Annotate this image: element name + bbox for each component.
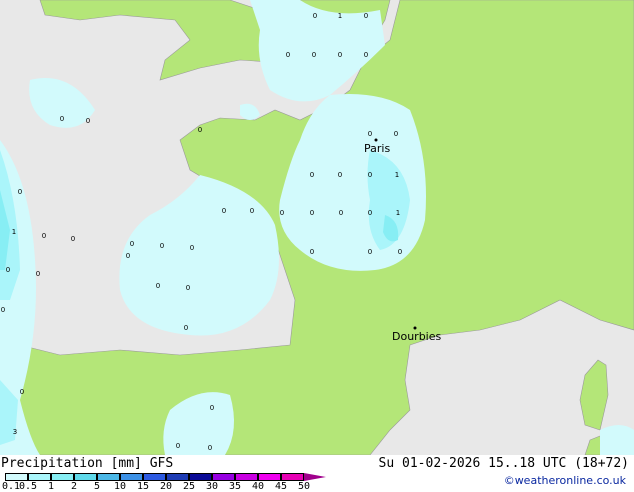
svg-text:3: 3 (13, 428, 17, 436)
svg-text:0: 0 (338, 51, 342, 59)
svg-text:Dourbies: Dourbies (392, 330, 442, 343)
color-scale-segment (143, 473, 166, 481)
color-scale-segment (235, 473, 258, 481)
color-scale-tick-label: 30 (205, 481, 219, 492)
svg-text:0: 0 (71, 235, 75, 243)
color-scale-arrow (304, 473, 326, 481)
svg-text:0: 0 (1, 306, 5, 314)
svg-text:0: 0 (210, 404, 214, 412)
credit-link[interactable]: ©weatheronline.co.uk (504, 474, 626, 487)
color-scale-tick-label: 2 (70, 481, 78, 492)
color-scale-bar (5, 473, 330, 481)
svg-text:0: 0 (310, 171, 314, 179)
color-scale-tick-label: 10 (113, 481, 127, 492)
svg-text:0: 0 (20, 388, 24, 396)
color-scale-segment (281, 473, 304, 481)
color-scale-tick-label: 20 (159, 481, 173, 492)
svg-text:0: 0 (310, 248, 314, 256)
svg-text:0: 0 (176, 442, 180, 450)
svg-text:0: 0 (186, 284, 190, 292)
precipitation-map: 0 1 0 0 0 0 0 0 0 0 0 0 0 0 0 0 1 1 0 0 0 0 0 0 0 0 1 0 0 0 0 0… (0, 0, 634, 455)
svg-text:0: 0 (364, 12, 368, 20)
color-scale-segment (120, 473, 143, 481)
color-scale-segment (212, 473, 235, 481)
svg-text:0: 0 (339, 209, 343, 217)
svg-text:0: 0 (60, 115, 64, 123)
color-scale-tick-label: 0.5 (18, 481, 38, 492)
svg-text:1: 1 (395, 171, 399, 179)
color-scale-tick-label: 50 (297, 481, 311, 492)
color-scale-tick-label: 40 (251, 481, 265, 492)
color-scale-segment (189, 473, 212, 481)
svg-text:1: 1 (12, 228, 16, 236)
model-text: GFS (149, 456, 174, 471)
color-scale-tick-label: 15 (136, 481, 150, 492)
color-scale-tick-label: 5 (93, 481, 101, 492)
svg-text:0: 0 (394, 130, 398, 138)
svg-text:0: 0 (18, 188, 22, 196)
svg-text:0: 0 (310, 209, 314, 217)
svg-text:0: 0 (160, 242, 164, 250)
color-scale-tick-label: 1 (47, 481, 55, 492)
color-scale-segment (74, 473, 97, 481)
map-title: Precipitation [mm] GFS (1, 456, 173, 471)
svg-text:0: 0 (312, 51, 316, 59)
color-scale-segment (258, 473, 281, 481)
svg-text:0: 0 (126, 252, 130, 260)
svg-text:1: 1 (338, 12, 342, 20)
color-scale-tick-label: 35 (228, 481, 242, 492)
title-text: Precipitation [mm] (1, 456, 142, 471)
color-scale-segment (97, 473, 120, 481)
svg-text:0: 0 (6, 266, 10, 274)
svg-text:0: 0 (398, 248, 402, 256)
svg-text:0: 0 (42, 232, 46, 240)
color-scale-segment (28, 473, 51, 481)
color-scale-tick-label: 45 (274, 481, 288, 492)
color-scale-segment (5, 473, 28, 481)
svg-text:0: 0 (86, 117, 90, 125)
legend-footer: Precipitation [mm] GFS Su 01-02-2026 15.… (0, 455, 634, 492)
color-scale-tick-label: 25 (182, 481, 196, 492)
svg-text:1: 1 (396, 209, 400, 217)
svg-text:0: 0 (250, 207, 254, 215)
svg-text:0: 0 (286, 51, 290, 59)
svg-text:0: 0 (368, 130, 372, 138)
datetime-label: Su 01-02-2026 15..18 UTC (18+72) (378, 456, 629, 471)
svg-text:0: 0 (338, 171, 342, 179)
svg-text:Paris: Paris (364, 142, 390, 155)
svg-text:0: 0 (280, 209, 284, 217)
svg-text:0: 0 (222, 207, 226, 215)
svg-text:0: 0 (368, 171, 372, 179)
svg-text:0: 0 (368, 248, 372, 256)
svg-text:0: 0 (190, 244, 194, 252)
svg-text:0: 0 (198, 126, 202, 134)
svg-text:0: 0 (184, 324, 188, 332)
svg-text:0: 0 (156, 282, 160, 290)
svg-text:0: 0 (364, 51, 368, 59)
svg-text:0: 0 (130, 240, 134, 248)
svg-text:0: 0 (208, 444, 212, 452)
svg-text:0: 0 (313, 12, 317, 20)
color-scale-segment (166, 473, 189, 481)
color-scale-segment (51, 473, 74, 481)
color-scale-tick-label: 0.1 (1, 481, 21, 492)
svg-text:0: 0 (368, 209, 372, 217)
svg-text:0: 0 (36, 270, 40, 278)
